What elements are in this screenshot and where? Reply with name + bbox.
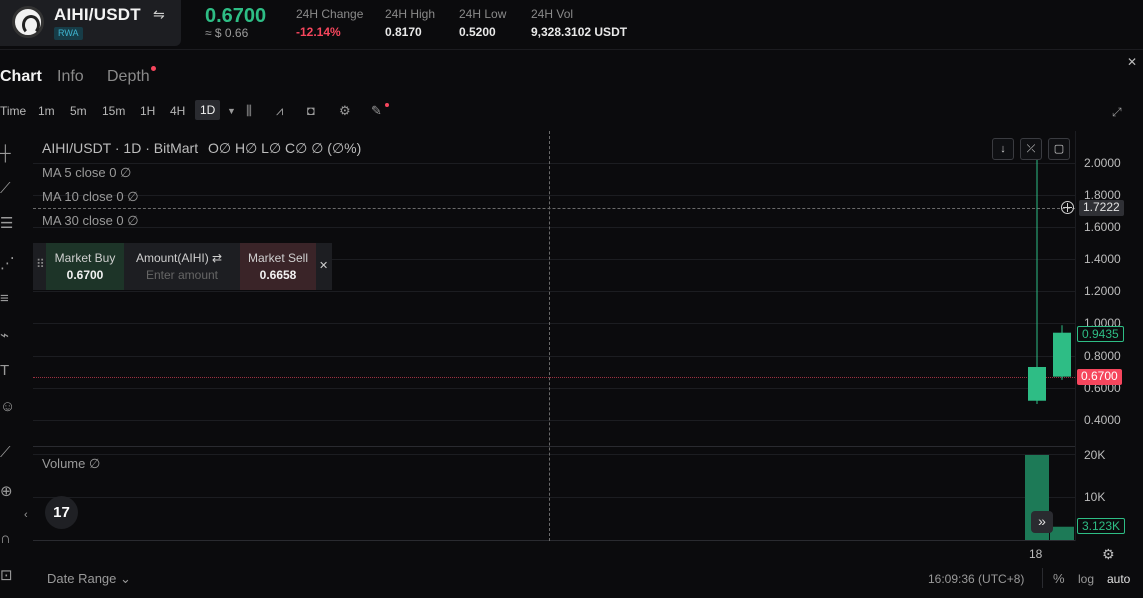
candle-body[interactable] [1028,366,1046,401]
close-icon[interactable]: ✕ [319,259,328,272]
percent-scale-button[interactable]: % [1053,571,1065,586]
ma10-legend[interactable]: MA 10 close 0 ∅ [42,189,139,205]
divider [1042,568,1043,588]
volume-tag: 3.123K [1077,518,1126,534]
amount-input[interactable] [133,267,231,283]
gear-icon[interactable]: ⚙ [1102,546,1115,563]
candle-body[interactable] [1053,332,1071,377]
scroll-down-button[interactable]: ↓ [992,138,1014,160]
market-buy-button[interactable]: Market Buy 0.6700 [46,243,124,290]
x-tick-label: 18 [1029,547,1043,561]
trading-app: AIHI/USDT ⇋ RWA 0.6700 ≈ $ 0.66 24H Chan… [0,0,1143,598]
crosshair-price-tag: 1.7222 [1079,200,1124,216]
y-tick-label: 2.0000 [1084,156,1121,170]
date-range-button[interactable]: Date Range ⌄ [47,571,131,587]
chart-legend: AIHI/USDT · 1D · BitMart O∅ H∅ L∅ C∅ ∅ (… [42,140,361,157]
y-tick-label: 0.4000 [1084,413,1121,427]
amount-label[interactable]: Amount(AIHI) ⇄ [136,251,222,265]
drag-handle-icon[interactable]: ⠿ [36,257,45,271]
candles-layer [1025,154,1074,540]
restore-button[interactable]: ▢ [1048,138,1070,160]
symbol-legend: AIHI/USDT · 1D · BitMart [42,140,199,156]
ma30-legend[interactable]: MA 30 close 0 ∅ [42,213,139,229]
volume-legend[interactable]: Volume ∅ [42,456,100,472]
y-tick-label: 1.2000 [1084,284,1121,298]
vol-tick-label: 20K [1084,448,1106,462]
auto-scale-button[interactable]: auto [1107,572,1130,586]
market-sell-price: 0.6658 [259,268,297,282]
scroll-to-realtime-button[interactable]: » [1031,511,1053,533]
last-price-tag: 0.6700 [1077,369,1122,385]
y-tick-label: 1.6000 [1084,220,1121,234]
add-alert-icon[interactable] [1061,201,1074,214]
market-buy-price: 0.6700 [66,268,104,282]
log-scale-button[interactable]: log [1078,572,1094,586]
tradingview-logo[interactable]: 17 [45,496,78,529]
y-tick-label: 0.8000 [1084,349,1121,363]
ma5-legend[interactable]: MA 5 close 0 ∅ [42,165,131,181]
market-buy-label: Market Buy [54,251,116,265]
close-price-tag: 0.9435 [1077,326,1124,342]
y-tick-label: 1.4000 [1084,252,1121,266]
market-sell-button[interactable]: Market Sell 0.6658 [240,243,316,290]
clock: 16:09:36 (UTC+8) [928,572,1025,586]
ohlc-legend: O∅ H∅ L∅ C∅ ∅ (∅%) [207,140,362,156]
volume-bar[interactable] [1050,526,1074,540]
market-sell-label: Market Sell [247,251,309,265]
vol-tick-label: 10K [1084,490,1106,504]
quick-trade-panel: ⠿ Market Buy 0.6700 Amount(AIHI) ⇄ Marke… [33,243,332,290]
collapse-button[interactable]: ⤫ [1020,138,1042,160]
